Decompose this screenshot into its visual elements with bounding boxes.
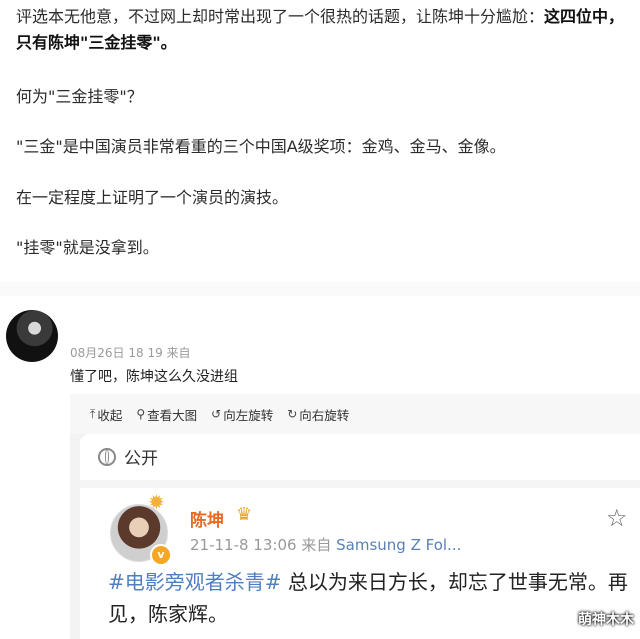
sun-icon: ✹ — [148, 490, 165, 514]
visibility-row: 公开 — [98, 444, 158, 469]
globe-icon — [98, 447, 116, 466]
post-meta: 21-11-8 13:06 来自 Samsung Z Fol... — [190, 534, 461, 555]
comment: 08月26日 18 19 来自 懂了吧，陈坤这么久没进组 ⤒ 收起 ⚲ 查看大图… — [0, 300, 640, 639]
post-body: #电影旁观者杀青# 总以为来日方长，却忘了世事无常。再见，陈家辉。 — [108, 566, 628, 630]
collapse-icon: ⤒ — [90, 406, 96, 421]
collapse-button[interactable]: ⤒ 收起 — [90, 405, 122, 424]
rotate-left-button[interactable]: ↺ 向左旋转 — [211, 405, 273, 424]
rotate-right-button[interactable]: ↻ 向右旋转 — [287, 405, 349, 424]
image-viewer: ⤒ 收起 ⚲ 查看大图 ↺ 向左旋转 ↻ 向右旋转 公开 ✹ v 陈坤 ♛ ☆ … — [70, 394, 640, 639]
view-large-label: 查看大图 — [147, 407, 198, 423]
article-paragraph-1: 评选本无他意，不过网上却时常出现了一个很热的话题，让陈坤十分尴尬：这四位中，只有… — [16, 4, 632, 56]
section-divider — [0, 282, 640, 296]
article-paragraph-2: 何为"三金挂零"？ — [16, 87, 143, 106]
rotate-left-label: 向左旋转 — [223, 407, 274, 423]
favorite-star-icon[interactable]: ☆ — [606, 504, 628, 532]
post-source-prefix: 来自 — [301, 536, 332, 554]
comment-text: 懂了吧，陈坤这么久没进组 — [70, 369, 238, 385]
watermark: 萌神木木 — [578, 612, 634, 628]
rotate-left-icon: ↺ — [211, 407, 222, 421]
card-separator — [80, 480, 640, 488]
rotate-right-icon: ↻ — [287, 407, 298, 421]
visibility-label: 公开 — [124, 449, 158, 469]
verified-badge: v — [150, 544, 172, 566]
zoom-icon: ⚲ — [136, 407, 146, 421]
article-paragraph-5: "挂零"就是没拿到。 — [16, 238, 159, 257]
p1-text: 评选本无他意，不过网上却时常出现了一个很热的话题，让陈坤十分尴尬： — [16, 7, 545, 26]
article-paragraph-4: 在一定程度上证明了一个演员的演技。 — [16, 188, 289, 207]
screenshot-card: 公开 ✹ v 陈坤 ♛ ☆ 21-11-8 13:06 来自 Samsung Z… — [80, 434, 640, 639]
comment-meta: 08月26日 18 19 来自 — [70, 346, 191, 360]
commenter-avatar[interactable] — [6, 310, 58, 362]
post-time: 21-11-8 13:06 — [190, 536, 297, 554]
post-hashtag[interactable]: #电影旁观者杀青# — [108, 570, 282, 594]
viewer-toolbar: ⤒ 收起 ⚲ 查看大图 ↺ 向左旋转 ↻ 向右旋转 — [70, 394, 640, 434]
rotate-right-label: 向右旋转 — [299, 407, 350, 423]
view-large-button[interactable]: ⚲ 查看大图 — [136, 405, 197, 424]
collapse-label: 收起 — [97, 407, 123, 423]
article-paragraph-3: "三金"是中国演员非常看重的三个中国A级奖项：金鸡、金马、金像。 — [16, 137, 506, 156]
crown-icon: ♛ — [236, 504, 253, 525]
author-name[interactable]: 陈坤 — [190, 506, 224, 531]
post-device[interactable]: Samsung Z Fol... — [336, 536, 461, 554]
